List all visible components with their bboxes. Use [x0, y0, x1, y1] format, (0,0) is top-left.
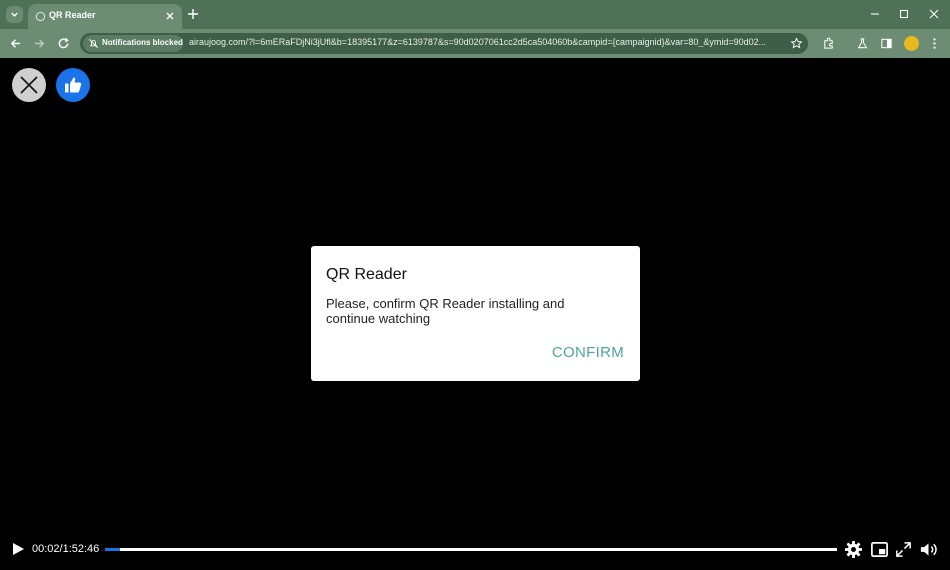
maximize-icon[interactable] — [898, 8, 910, 20]
extensions-icon[interactable] — [822, 37, 835, 50]
fullscreen-icon[interactable] — [894, 540, 913, 559]
play-icon[interactable] — [11, 542, 25, 556]
tab-qr-reader[interactable]: QR Reader — [28, 4, 182, 29]
dialog-title: QR Reader — [326, 266, 407, 283]
window-close-icon[interactable] — [928, 8, 940, 20]
progress-bar[interactable] — [105, 548, 837, 551]
url-text[interactable]: airaujoog.com/?l=6mERaFDjNi3jUfl&b=18395… — [189, 37, 787, 47]
video-page: QR Reader Please, confirm QR Reader inst… — [0, 58, 950, 570]
video-time: 00:02/1:52:46 — [32, 543, 100, 555]
notifications-blocked-label: Notifications blocked — [102, 38, 183, 47]
bell-off-icon — [89, 39, 98, 48]
volume-icon[interactable] — [919, 540, 938, 559]
progress-fill — [105, 548, 120, 551]
install-confirm-dialog: QR Reader Please, confirm QR Reader inst… — [311, 246, 640, 381]
browser-toolbar: Notifications blocked airaujoog.com/?l=6… — [0, 29, 950, 58]
address-bar[interactable]: Notifications blocked airaujoog.com/?l=6… — [80, 33, 808, 54]
chevron-down-icon — [11, 12, 18, 17]
tab-title: QR Reader — [49, 10, 96, 20]
minimize-icon[interactable] — [869, 8, 881, 20]
thumbs-up-icon — [65, 77, 82, 93]
close-icon — [20, 76, 38, 94]
picture-in-picture-icon[interactable] — [870, 540, 889, 559]
confirm-button[interactable]: CONFIRM — [552, 344, 624, 361]
back-icon[interactable] — [9, 37, 22, 50]
labs-icon[interactable] — [856, 37, 869, 50]
favicon-icon — [35, 11, 46, 22]
tab-bar: QR Reader — [0, 0, 950, 29]
notifications-blocked-chip[interactable]: Notifications blocked — [83, 35, 183, 52]
side-panel-icon[interactable] — [880, 37, 893, 50]
dialog-message: Please, confirm QR Reader installing and… — [326, 296, 565, 326]
close-video-button[interactable] — [12, 68, 46, 102]
star-icon[interactable] — [790, 37, 803, 50]
reload-icon[interactable] — [57, 37, 70, 50]
profile-avatar[interactable] — [904, 36, 919, 51]
new-tab-icon[interactable] — [187, 8, 199, 20]
like-button[interactable] — [56, 68, 90, 102]
tab-search-button[interactable] — [6, 6, 23, 23]
menu-icon[interactable] — [928, 37, 941, 50]
settings-gear-icon[interactable] — [844, 540, 863, 559]
forward-icon[interactable] — [33, 37, 46, 50]
tab-close-icon[interactable] — [164, 10, 176, 22]
